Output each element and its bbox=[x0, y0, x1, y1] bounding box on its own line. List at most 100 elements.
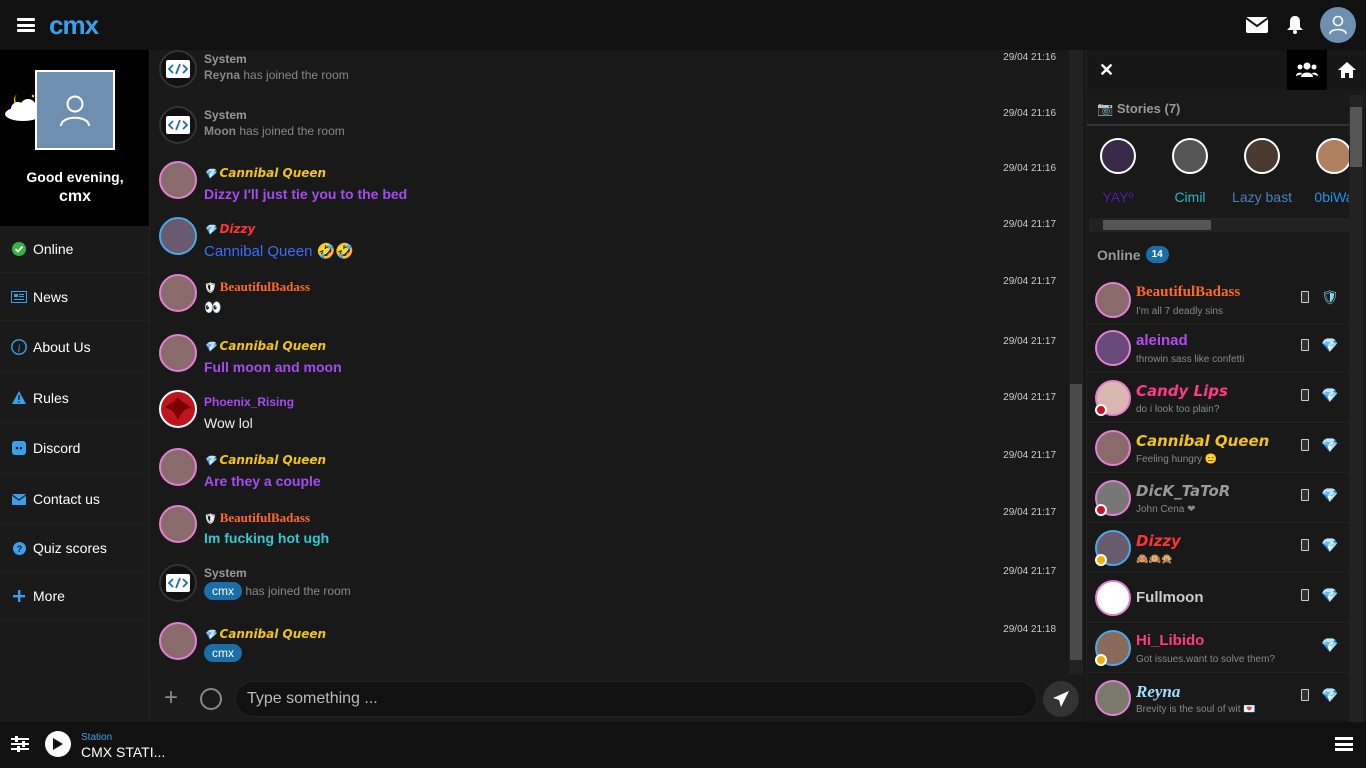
user-avatar[interactable] bbox=[159, 390, 197, 428]
diamond-icon: 💎 bbox=[204, 225, 217, 236]
online-user-name: BeautifulBadass bbox=[1136, 284, 1241, 300]
user-avatar[interactable] bbox=[159, 274, 197, 312]
joined-username: Moon bbox=[204, 124, 236, 138]
nav-item-quiz-scores[interactable]: ? Quiz scores bbox=[0, 525, 149, 572]
message-author[interactable]: BeautifulBadass bbox=[220, 279, 310, 294]
message-author[interactable]: Phoenix_Rising bbox=[204, 395, 294, 409]
message-author[interactable]: Cannibal Queen bbox=[219, 453, 326, 467]
envelope-icon[interactable] bbox=[1238, 7, 1276, 43]
message-author[interactable]: Cannibal Queen bbox=[219, 166, 326, 180]
message-author[interactable]: Dizzy bbox=[219, 222, 255, 236]
logo[interactable]: cmx bbox=[49, 10, 99, 41]
user-avatar[interactable] bbox=[1095, 680, 1131, 716]
equalizer-icon[interactable] bbox=[11, 736, 29, 757]
nav-item-label: Rules bbox=[33, 389, 69, 406]
add-attachment-icon[interactable]: + bbox=[164, 686, 178, 710]
online-user-row[interactable]: DicK_TaToR John Cena ❤ 💎 bbox=[1087, 473, 1350, 523]
message-author[interactable]: System bbox=[204, 108, 247, 122]
story-avatar[interactable] bbox=[1100, 138, 1136, 174]
mobile-icon bbox=[1301, 589, 1309, 601]
profile-card: Good evening, cmx bbox=[0, 50, 149, 226]
profile-avatar[interactable] bbox=[35, 70, 115, 150]
message-author[interactable]: Cannibal Queen bbox=[219, 627, 326, 641]
message-timestamp: 29/04 21:16 bbox=[1003, 163, 1056, 174]
home-tab-icon[interactable] bbox=[1327, 50, 1366, 90]
nav-item-rules[interactable]: Rules bbox=[0, 373, 149, 423]
users-scrollbar-thumb[interactable] bbox=[1350, 107, 1362, 167]
nav-item-more[interactable]: More bbox=[0, 572, 149, 621]
player-bar: Station CMX STATI... bbox=[0, 722, 1366, 768]
question-circle-icon: ? bbox=[11, 540, 27, 556]
play-button[interactable] bbox=[45, 731, 71, 757]
code-icon[interactable] bbox=[159, 50, 197, 88]
message-author[interactable]: BeautifulBadass bbox=[220, 510, 310, 525]
story-item[interactable]: ⁠YAYº bbox=[1088, 138, 1148, 205]
online-user-row[interactable]: Hi_Libido Got issues.want to solve them? 💎 bbox=[1087, 623, 1350, 673]
user-avatar[interactable] bbox=[159, 161, 197, 199]
user-avatar[interactable] bbox=[159, 217, 197, 255]
message-input[interactable] bbox=[235, 681, 1037, 717]
nav-item-contact-us[interactable]: Contact us bbox=[0, 474, 149, 525]
username-chip[interactable]: cmx bbox=[204, 644, 242, 662]
users-scrollbar[interactable] bbox=[1349, 95, 1363, 722]
story-avatar[interactable] bbox=[1244, 138, 1280, 174]
emoji-icon[interactable] bbox=[200, 688, 222, 710]
warning-icon bbox=[11, 390, 27, 406]
story-avatar[interactable] bbox=[1172, 138, 1208, 174]
user-avatar[interactable] bbox=[159, 334, 197, 372]
username-chip[interactable]: cmx bbox=[204, 582, 242, 600]
bell-icon[interactable] bbox=[1276, 7, 1314, 43]
message-text: Cannibal Queen 🤣🤣 bbox=[204, 243, 354, 260]
message-author[interactable]: System bbox=[204, 566, 247, 580]
player-menu-icon[interactable] bbox=[1335, 737, 1353, 751]
user-avatar[interactable] bbox=[1095, 330, 1131, 366]
diamond-icon: 💎 bbox=[1321, 587, 1339, 603]
online-user-row[interactable]: BeautifulBadass I'm all 7 deadly sins 🛡 bbox=[1087, 275, 1350, 325]
user-avatar[interactable] bbox=[159, 622, 197, 660]
online-user-row[interactable]: Fullmoon 💎 bbox=[1087, 573, 1350, 623]
message-timestamp: 29/04 21:17 bbox=[1003, 276, 1056, 287]
stories-scrollbar-thumb[interactable] bbox=[1103, 220, 1211, 230]
message-author[interactable]: Cannibal Queen bbox=[219, 339, 326, 353]
code-icon[interactable] bbox=[159, 564, 197, 602]
mobile-icon bbox=[1301, 439, 1309, 451]
online-user-row[interactable]: Cannibal Queen Feeling hungry 😑 💎 bbox=[1087, 423, 1350, 473]
users-tab-icon[interactable] bbox=[1287, 50, 1327, 90]
chat-scrollbar-thumb[interactable] bbox=[1070, 384, 1082, 660]
user-avatar[interactable] bbox=[1320, 7, 1356, 43]
code-icon[interactable] bbox=[159, 106, 197, 144]
message-timestamp: 29/04 21:16 bbox=[1003, 108, 1056, 119]
message-text: Full moon and moon bbox=[204, 359, 342, 375]
nav-item-discord[interactable]: Discord bbox=[0, 423, 149, 474]
mobile-icon bbox=[1301, 689, 1309, 701]
nav-item-about-us[interactable]: i About Us bbox=[0, 321, 149, 373]
online-user-status: throwin sass like confetti bbox=[1136, 354, 1245, 365]
user-avatar[interactable] bbox=[1095, 282, 1131, 318]
mobile-icon bbox=[1301, 339, 1309, 351]
user-avatar[interactable] bbox=[159, 448, 197, 486]
message-text: has joined the room bbox=[236, 124, 345, 138]
menu-icon[interactable] bbox=[17, 18, 35, 32]
nav-item-online[interactable]: Online bbox=[0, 226, 149, 273]
online-header: Online bbox=[1097, 246, 1141, 263]
online-user-status: Got issues.want to solve them? bbox=[1136, 654, 1275, 665]
newspaper-icon bbox=[11, 289, 27, 305]
online-user-row[interactable]: Reyna Brevity is the soul of wit 💌 💎 bbox=[1087, 673, 1350, 723]
online-user-row[interactable]: Dizzy 🙈🙉🙊 💎 bbox=[1087, 523, 1350, 573]
story-item[interactable]: Lazy bast bbox=[1232, 138, 1292, 205]
user-avatar[interactable] bbox=[159, 505, 197, 543]
story-avatar[interactable] bbox=[1316, 138, 1352, 174]
close-panel-icon[interactable]: ✕ bbox=[1099, 60, 1114, 81]
user-avatar[interactable] bbox=[1095, 580, 1131, 616]
story-item[interactable]: Cimil bbox=[1160, 138, 1220, 205]
online-user-name: DicK_TaToR bbox=[1136, 482, 1231, 500]
user-avatar[interactable] bbox=[1095, 430, 1131, 466]
send-button[interactable] bbox=[1043, 681, 1079, 717]
message-author[interactable]: System bbox=[204, 52, 247, 66]
online-user-row[interactable]: Candy Lips do i look too plain? 💎 bbox=[1087, 373, 1350, 423]
shield-icon: 🛡 bbox=[204, 283, 217, 294]
online-user-row[interactable]: aleinad throwin sass like confetti 💎 bbox=[1087, 323, 1350, 373]
stories-scrollbar[interactable] bbox=[1089, 218, 1351, 232]
chat-scrollbar[interactable] bbox=[1069, 50, 1083, 674]
nav-item-news[interactable]: News bbox=[0, 273, 149, 321]
